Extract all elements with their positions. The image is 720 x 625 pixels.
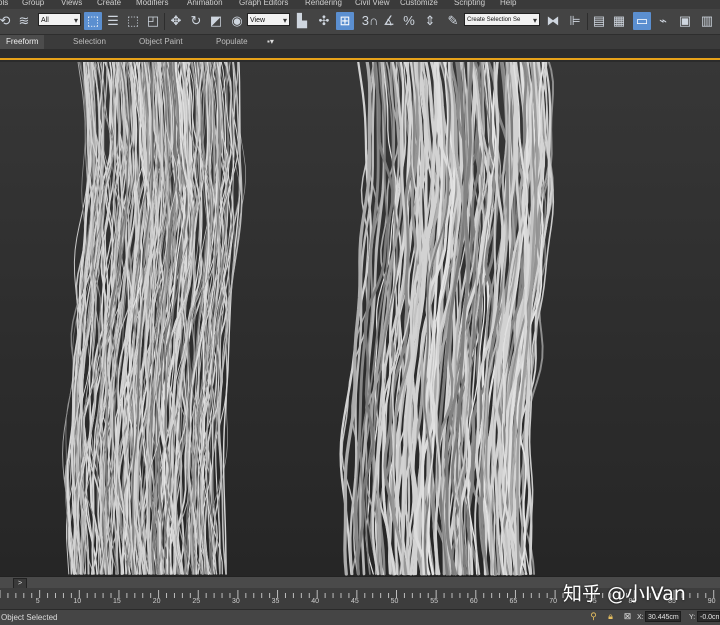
angle-snap-icon[interactable]: ∡ bbox=[380, 12, 398, 30]
menu-animation[interactable]: Animation bbox=[187, 0, 223, 8]
select-by-name-icon[interactable]: ☰ bbox=[104, 12, 122, 30]
track-tick-label: 65 bbox=[509, 598, 518, 605]
x-coordinate-field[interactable]: 30.445cm bbox=[645, 611, 681, 622]
main-toolbar: ⟲ ≋ All ⬚ ☰ ⬚ ◰ ✥ ↻ ◩ ◉ View ▙ ✣ ⊞ 3∩ ∡ … bbox=[0, 9, 720, 35]
curve-editor-icon[interactable]: ▭ bbox=[633, 12, 651, 30]
select-place-icon[interactable]: ◉ bbox=[228, 12, 246, 30]
snap-3d-label: 3 bbox=[361, 13, 369, 28]
menu-help[interactable]: Help bbox=[500, 0, 516, 8]
pivot-icon[interactable]: ▙ bbox=[293, 12, 311, 30]
menu-graph-editors[interactable]: Graph Editors bbox=[239, 0, 288, 8]
align-icon[interactable]: ⊫ bbox=[566, 12, 584, 30]
tab-populate[interactable]: Populate bbox=[216, 35, 248, 49]
render-setup-icon[interactable]: ▥ bbox=[698, 12, 716, 30]
ribbon-tabs: Freeform Selection Object Paint Populate… bbox=[0, 35, 720, 49]
watermark-text: 知乎 @小IVan bbox=[563, 583, 686, 605]
selection-lock-icon[interactable]: 🔒︎ bbox=[605, 611, 616, 622]
viewport-perspective[interactable] bbox=[0, 62, 720, 576]
reference-coordinate-dropdown[interactable]: View bbox=[247, 13, 290, 27]
named-selection-set-field[interactable]: Create Selection Se bbox=[464, 13, 540, 27]
menu-rendering[interactable]: Rendering bbox=[305, 0, 342, 8]
link-icon[interactable]: ⟲ bbox=[0, 12, 14, 30]
track-tick-label: 5 bbox=[35, 598, 40, 605]
track-tick-label: 55 bbox=[430, 598, 439, 605]
track-tick-label: 20 bbox=[152, 598, 161, 605]
hair-card-left[interactable] bbox=[62, 62, 247, 575]
schematic-view-icon[interactable]: ⌁ bbox=[654, 12, 672, 30]
menu-customize[interactable]: Customize bbox=[400, 0, 438, 8]
ribbon-panel-collapsed bbox=[0, 49, 720, 60]
keyboard-shortcut-icon[interactable]: ⊞ bbox=[336, 12, 354, 30]
track-tick-label: 25 bbox=[192, 598, 201, 605]
percent-snap-icon[interactable]: % bbox=[400, 12, 418, 30]
track-tick-label: 30 bbox=[231, 598, 240, 605]
tab-object-paint[interactable]: Object Paint bbox=[139, 35, 183, 49]
menu-tools[interactable]: ols bbox=[0, 0, 8, 8]
track-tick-label: 90 bbox=[707, 598, 716, 605]
menu-civil-view[interactable]: Civil View bbox=[355, 0, 390, 8]
snap-3d-icon[interactable]: 3∩ bbox=[358, 12, 382, 30]
select-move-icon[interactable]: ✥ bbox=[167, 12, 185, 30]
track-tick-label: 50 bbox=[390, 598, 399, 605]
track-tick-label: 45 bbox=[350, 598, 359, 605]
track-tick-label: 15 bbox=[113, 598, 121, 605]
mirror-icon[interactable]: ⧓ bbox=[544, 12, 562, 30]
status-bar: Object Selected ⚲ 🔒︎ ⊠ X: 30.445cm Y: -0… bbox=[0, 609, 720, 625]
absolute-mode-icon[interactable]: ⊠ bbox=[622, 611, 633, 622]
track-tick-label: 10 bbox=[73, 598, 82, 605]
y-coordinate-field[interactable]: -0.0cm bbox=[697, 611, 720, 622]
track-tick-label: 35 bbox=[271, 598, 280, 605]
menu-scripting[interactable]: Scripting bbox=[454, 0, 485, 8]
selection-filter-dropdown[interactable]: All bbox=[38, 13, 81, 27]
toolbar-separator bbox=[587, 13, 588, 30]
menu-create[interactable]: Create bbox=[97, 0, 121, 8]
track-tick-label: 60 bbox=[469, 598, 478, 605]
bind-space-warp-icon[interactable]: ≋ bbox=[15, 12, 33, 30]
select-manipulate-icon[interactable]: ✣ bbox=[315, 12, 333, 30]
edit-named-selection-icon[interactable]: ✎ bbox=[444, 12, 462, 30]
track-tick-label: 70 bbox=[549, 598, 557, 605]
tab-freeform[interactable]: Freeform bbox=[0, 35, 45, 49]
isolate-selection-icon[interactable]: ⚲ bbox=[588, 611, 599, 622]
hair-card-right[interactable] bbox=[339, 62, 555, 576]
tab-selection[interactable]: Selection bbox=[73, 35, 106, 49]
status-message: Object Selected bbox=[1, 613, 58, 622]
menu-modifiers[interactable]: Modifiers bbox=[136, 0, 168, 8]
x-coordinate-label: X: bbox=[637, 614, 644, 621]
y-coordinate-label: Y: bbox=[689, 614, 696, 621]
hair-render-canvas bbox=[62, 62, 555, 576]
select-scale-icon[interactable]: ◩ bbox=[207, 12, 225, 30]
rectangle-region-icon[interactable]: ⬚ bbox=[124, 12, 142, 30]
window-crossing-icon[interactable]: ◰ bbox=[144, 12, 162, 30]
menu-bar: ols Group Views Create Modifiers Animati… bbox=[0, 0, 720, 9]
menu-group[interactable]: Group bbox=[22, 0, 44, 8]
spinner-snap-icon[interactable]: ⇕ bbox=[421, 12, 439, 30]
material-editor-icon[interactable]: ▣ bbox=[676, 12, 694, 30]
ribbon-options-dropdown-icon[interactable]: ▪▾ bbox=[267, 37, 283, 47]
menu-views[interactable]: Views bbox=[61, 0, 82, 8]
scene-explorer-icon[interactable]: ▦ bbox=[610, 12, 628, 30]
layer-explorer-icon[interactable]: ▤ bbox=[590, 12, 608, 30]
track-tick-label: 40 bbox=[311, 598, 320, 605]
percent-snap-label: % bbox=[403, 13, 415, 28]
select-object-icon[interactable]: ⬚ bbox=[84, 12, 102, 30]
select-rotate-icon[interactable]: ↻ bbox=[187, 12, 205, 30]
toolbar-separator bbox=[164, 13, 165, 30]
